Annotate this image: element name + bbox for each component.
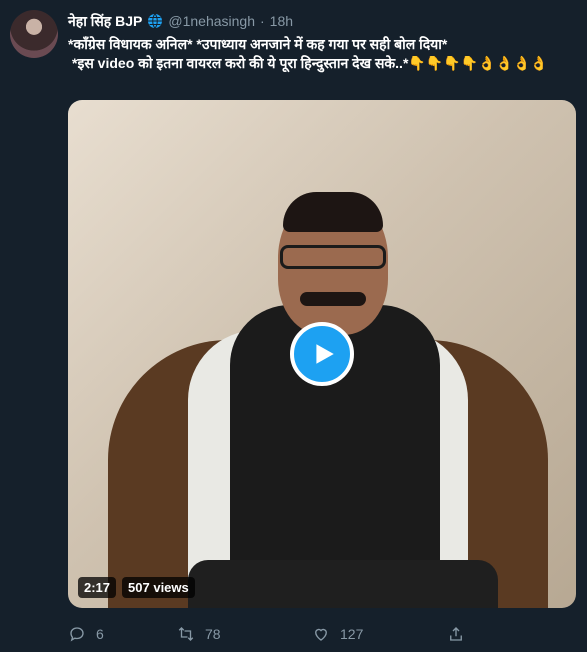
play-icon bbox=[316, 344, 334, 364]
video-frame-mustache bbox=[300, 292, 366, 306]
timestamp[interactable]: 18h bbox=[270, 13, 293, 29]
reply-button[interactable]: 6 bbox=[68, 625, 178, 643]
tweet-text-line2-content: *इस video को इतना वायरल करो की ये पूरा ह… bbox=[72, 55, 409, 71]
emoji-row: 👇👇👇👇👌👌👌👌 bbox=[408, 55, 548, 71]
share-button[interactable] bbox=[447, 625, 465, 643]
video-frame-glasses bbox=[280, 245, 386, 269]
video-frame-hair bbox=[283, 192, 383, 232]
separator: · bbox=[260, 13, 265, 29]
duration-badge: 2:17 bbox=[78, 577, 117, 598]
tweet-text-line2: *इस video को इतना वायरल करो की ये पूरा ह… bbox=[68, 54, 578, 73]
retweet-button[interactable]: 78 bbox=[177, 625, 312, 643]
video-player[interactable]: 2:17 507 views bbox=[68, 100, 576, 608]
reply-icon bbox=[70, 627, 84, 642]
like-icon bbox=[315, 628, 327, 641]
play-button[interactable] bbox=[290, 322, 354, 386]
globe-icon bbox=[148, 13, 163, 29]
retweet-count: 78 bbox=[205, 626, 221, 642]
tweet-header: नेहा सिंह BJP @1nehasingh · 18h bbox=[68, 12, 293, 30]
video-frame-pants bbox=[188, 560, 498, 608]
share-icon bbox=[450, 627, 462, 641]
views-badge: 507 views bbox=[122, 577, 195, 598]
like-count: 127 bbox=[340, 626, 364, 642]
tweet-text: *कॉंग्रेस विधायक अनिल* *उपाध्याय अनजाने … bbox=[68, 35, 578, 73]
avatar[interactable] bbox=[10, 10, 58, 58]
retweet-icon bbox=[178, 627, 194, 641]
tweet-text-line1: *कॉंग्रेस विधायक अनिल* *उपाध्याय अनजाने … bbox=[68, 36, 448, 52]
reply-count: 6 bbox=[96, 626, 104, 642]
tweet-actions: 6 78 127 bbox=[68, 624, 498, 644]
like-button[interactable]: 127 bbox=[312, 625, 447, 643]
display-name[interactable]: नेहा सिंह BJP bbox=[68, 12, 142, 31]
handle[interactable]: @1nehasingh bbox=[168, 13, 255, 29]
video-badges: 2:17 507 views bbox=[78, 577, 195, 598]
